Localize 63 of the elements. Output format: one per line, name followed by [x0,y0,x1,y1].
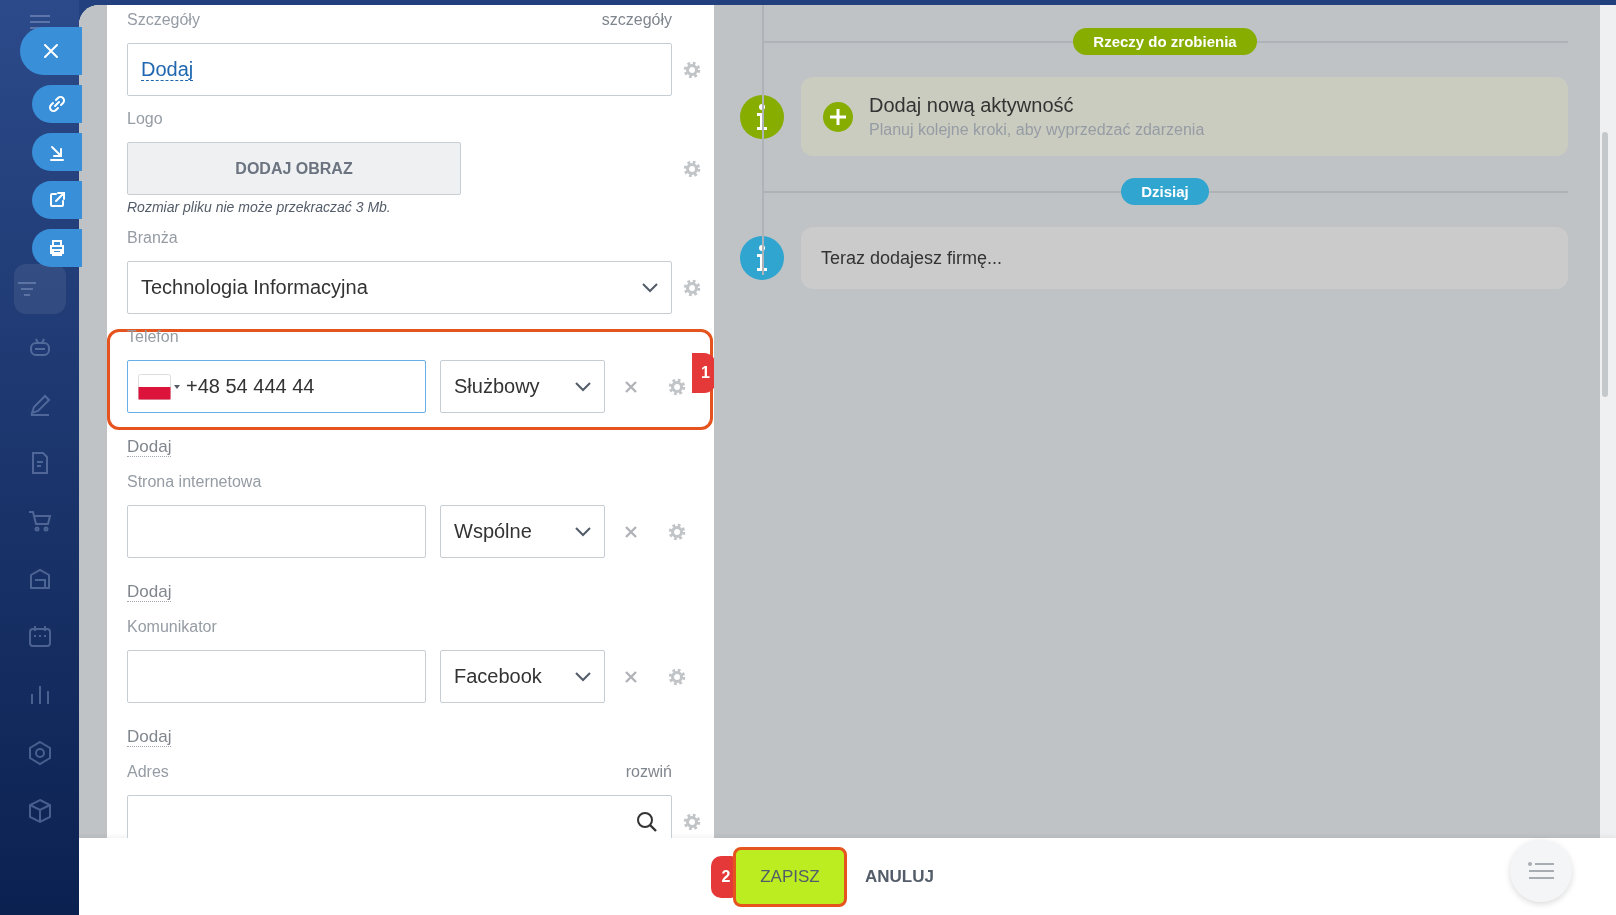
field-label: Adres [127,763,169,781]
address-field[interactable] [127,795,672,838]
add-link[interactable]: Dodaj [127,437,172,457]
callout-badge: 1 [692,353,714,393]
print-icon [47,238,67,258]
download-button[interactable] [32,133,82,171]
field-label: Logo [127,110,163,128]
field-label: Telefon [127,328,179,346]
field-label: Branża [127,229,178,247]
box-icon [26,798,53,824]
file-size-note: Rozmiar pliku nie może przekraczać 3 Mb. [127,199,392,215]
link-button[interactable] [32,85,82,123]
chevron-icon [642,282,658,293]
search-icon[interactable] [636,810,658,833]
text-field[interactable] [127,505,426,558]
add-link[interactable]: Dodaj [127,582,172,602]
add-image-button[interactable]: DODAJ OBRAZ [127,142,461,195]
settings-icon[interactable] [683,812,701,831]
text-field[interactable] [127,650,426,703]
timeline-badge: Dzisiaj [1121,177,1209,205]
type-select[interactable]: Facebook [440,650,605,703]
link-icon [47,94,67,114]
settings-icon[interactable] [668,377,686,396]
field-label: Strona internetowa [127,473,262,491]
settings-icon[interactable] [683,278,701,297]
industry-select[interactable]: Technologia Informacyjna [127,261,672,314]
close-button[interactable] [20,27,82,75]
phone-field[interactable]: +48 54 444 44 [127,360,426,413]
timeline-note: Teraz dodajesz firmę... [801,227,1568,289]
side-link[interactable]: rozwiń [625,763,672,781]
remove-icon[interactable] [625,525,637,538]
flag-icon[interactable] [138,373,180,400]
add-link[interactable]: Dodaj [127,727,172,747]
chevron-icon [575,381,591,392]
chevron-icon [575,671,591,682]
side-link[interactable]: szczegóły [601,11,672,29]
hexagon-icon [26,740,53,766]
chevron-icon [575,526,591,537]
add-icon[interactable] [823,101,853,132]
save-button[interactable]: ZAPISZ [733,846,847,907]
timeline-badge: Rzeczy do zrobienia [1073,27,1257,55]
close-icon [41,41,61,61]
type-select[interactable]: Wspólne [440,505,605,558]
field-label: Komunikator [127,618,217,636]
open-icon [47,190,67,210]
settings-icon[interactable] [683,159,701,178]
list-icon [1528,861,1554,881]
open-button[interactable] [32,181,82,219]
list-button[interactable] [1510,840,1572,902]
cancel-button[interactable]: ANULUJ [861,862,938,891]
print-button[interactable] [32,229,82,267]
calendar-icon [26,624,53,650]
details-field[interactable]: Dodaj [127,43,672,96]
cart-icon [26,508,53,534]
field-label: Szczegóły [127,11,200,29]
type-select[interactable]: Służbowy [440,360,605,413]
scrollbar[interactable] [1602,132,1608,397]
settings-icon[interactable] [668,522,686,541]
activity-title: Dodaj nową aktywność [869,94,1075,117]
remove-icon[interactable] [625,380,637,393]
settings-icon[interactable] [668,667,686,686]
settings-icon[interactable] [683,60,701,79]
remove-icon[interactable] [625,670,637,683]
